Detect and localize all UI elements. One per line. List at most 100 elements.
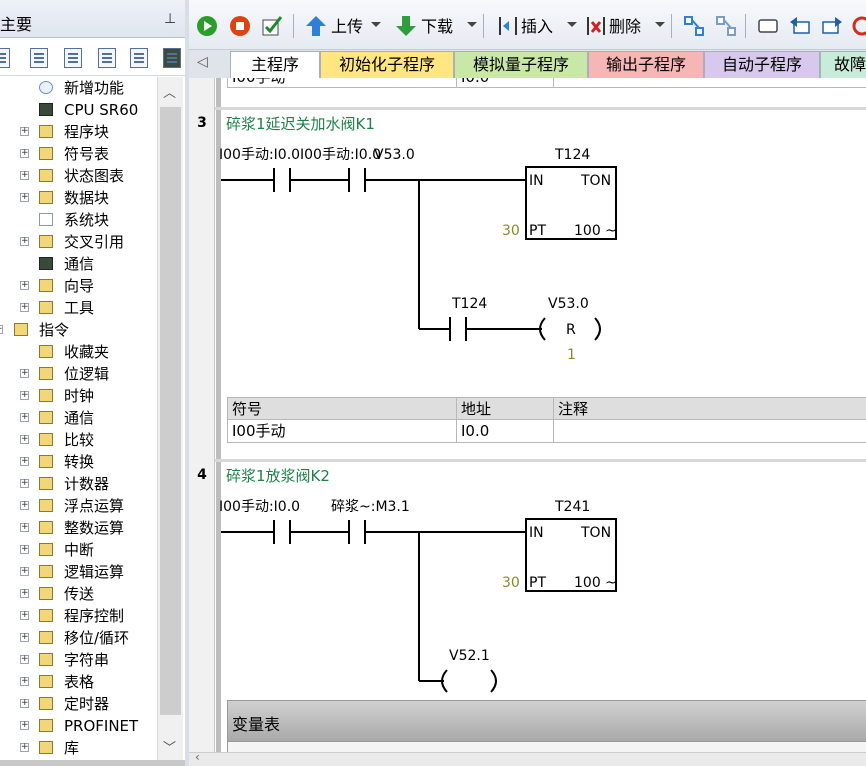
insert-button[interactable]: 插入 bbox=[521, 14, 553, 40]
tree-item[interactable]: + 位逻辑 bbox=[0, 363, 157, 385]
tree-item[interactable]: + 时钟 bbox=[0, 385, 157, 407]
scroll-left-icon[interactable]: ‹ bbox=[195, 750, 200, 764]
tree-item[interactable]: + 转换 bbox=[0, 451, 157, 473]
insert-dropdown-icon[interactable] bbox=[567, 22, 577, 27]
scroll-thumb[interactable] bbox=[160, 107, 181, 715]
expand-icon[interactable]: + bbox=[20, 611, 29, 620]
upload-button[interactable]: 上传 bbox=[331, 14, 363, 40]
tree-item[interactable]: + 符号表 bbox=[0, 143, 157, 165]
tree-item[interactable]: + 计数器 bbox=[0, 473, 157, 495]
refresh-icon[interactable] bbox=[851, 15, 866, 37]
tree-item[interactable]: + 状态图表 bbox=[0, 165, 157, 187]
download-icon[interactable] bbox=[395, 15, 417, 37]
tree-item[interactable]: + 比较 bbox=[0, 429, 157, 451]
expand-icon[interactable]: + bbox=[0, 325, 3, 334]
tree-item[interactable]: + 逻辑运算 bbox=[0, 561, 157, 583]
expand-icon[interactable]: + bbox=[20, 545, 29, 554]
expand-icon[interactable]: + bbox=[20, 127, 29, 136]
network-view-icon[interactable] bbox=[683, 15, 705, 37]
cpu-view-icon[interactable] bbox=[163, 48, 181, 68]
document-view-icon[interactable] bbox=[64, 48, 82, 68]
run-icon[interactable] bbox=[196, 15, 218, 37]
expand-icon[interactable]: + bbox=[20, 721, 29, 730]
delete-dropdown-icon[interactable] bbox=[655, 22, 665, 27]
tree-item[interactable]: + 工具 bbox=[0, 297, 157, 319]
tree-item[interactable]: + PROFINET bbox=[0, 715, 157, 737]
status-view-icon[interactable] bbox=[715, 15, 737, 37]
expand-icon[interactable]: + bbox=[20, 457, 29, 466]
view-icon[interactable] bbox=[0, 48, 10, 68]
tree-item[interactable]: + 库 bbox=[0, 737, 157, 759]
tree-item[interactable]: + 交叉引用 bbox=[0, 231, 157, 253]
expand-icon[interactable]: + bbox=[20, 435, 29, 444]
tab-0[interactable]: 主程序 bbox=[230, 51, 320, 78]
expand-icon[interactable]: + bbox=[20, 677, 29, 686]
upload-icon[interactable] bbox=[305, 15, 327, 37]
tree-item[interactable]: CPU SR60 bbox=[0, 99, 157, 121]
table-view-icon[interactable] bbox=[30, 48, 48, 68]
tree-item[interactable]: + 浮点运算 bbox=[0, 495, 157, 517]
expand-icon[interactable]: + bbox=[20, 655, 29, 664]
insert-icon[interactable] bbox=[497, 15, 519, 37]
tree-item[interactable]: 通信 bbox=[0, 253, 157, 275]
expand-icon[interactable]: + bbox=[20, 369, 29, 378]
back-icon[interactable] bbox=[789, 15, 811, 37]
symbol-view-icon[interactable] bbox=[130, 48, 148, 68]
stop-icon[interactable] bbox=[229, 15, 251, 37]
tab-5[interactable]: 故障 bbox=[820, 51, 866, 78]
tree-item[interactable]: + 定时器 bbox=[0, 693, 157, 715]
tree-item[interactable]: + 向导 bbox=[0, 275, 157, 297]
compile-icon[interactable] bbox=[261, 15, 283, 37]
tree-item[interactable]: + 传送 bbox=[0, 583, 157, 605]
expand-icon[interactable]: + bbox=[20, 633, 29, 642]
download-button[interactable]: 下载 bbox=[421, 14, 453, 40]
tab-2[interactable]: 模拟量子程序 bbox=[454, 51, 588, 78]
block-view-icon[interactable] bbox=[98, 48, 116, 68]
tree-item[interactable]: + 移位/循环 bbox=[0, 627, 157, 649]
expand-icon[interactable]: + bbox=[20, 171, 29, 180]
tab-4[interactable]: 自动子程序 bbox=[704, 51, 820, 78]
pin-icon[interactable]: ⊥ bbox=[164, 11, 176, 27]
tree-item[interactable]: + 程序控制 bbox=[0, 605, 157, 627]
scroll-up-icon[interactable]: ︿ bbox=[163, 82, 176, 101]
expand-icon[interactable]: + bbox=[20, 237, 29, 246]
upload-dropdown-icon[interactable] bbox=[371, 22, 381, 27]
tree-item[interactable]: 系统块 bbox=[0, 209, 157, 231]
tree-item[interactable]: + 字符串 bbox=[0, 649, 157, 671]
tree-item[interactable]: + 表格 bbox=[0, 671, 157, 693]
expand-icon[interactable]: + bbox=[20, 281, 29, 290]
tree-scrollbar[interactable]: ︿ ﹀ bbox=[157, 77, 183, 760]
expand-icon[interactable]: + bbox=[20, 479, 29, 488]
expand-icon[interactable]: + bbox=[20, 413, 29, 422]
tree-item[interactable]: + 程序块 bbox=[0, 121, 157, 143]
tree-item[interactable]: + 整数运算 bbox=[0, 517, 157, 539]
panel-hscroll[interactable] bbox=[0, 760, 185, 766]
tree-item[interactable]: + 通信 bbox=[0, 407, 157, 429]
expand-icon[interactable]: + bbox=[20, 149, 29, 158]
expand-icon[interactable]: + bbox=[20, 589, 29, 598]
tab-scroll-left-icon[interactable]: ◁ bbox=[197, 54, 208, 70]
expand-icon[interactable]: + bbox=[20, 699, 29, 708]
expand-icon[interactable]: + bbox=[20, 193, 29, 202]
expand-icon[interactable]: + bbox=[20, 501, 29, 510]
variable-table-header[interactable]: 变量表 bbox=[227, 700, 866, 742]
tab-3[interactable]: 输出子程序 bbox=[588, 51, 704, 78]
tree-item[interactable]: 收藏夹 bbox=[0, 341, 157, 363]
tree-item[interactable]: + 指令 bbox=[0, 319, 157, 341]
download-dropdown-icon[interactable] bbox=[467, 22, 477, 27]
expand-icon[interactable]: + bbox=[20, 391, 29, 400]
expand-icon[interactable]: + bbox=[20, 303, 29, 312]
expand-icon[interactable]: + bbox=[20, 567, 29, 576]
tab-1[interactable]: 初始化子程序 bbox=[320, 51, 454, 78]
tree-item[interactable]: 新增功能 bbox=[0, 77, 157, 99]
expand-icon[interactable]: + bbox=[20, 743, 29, 752]
tree-item[interactable]: + 数据块 bbox=[0, 187, 157, 209]
window-icon[interactable] bbox=[757, 15, 779, 37]
scroll-down-icon[interactable]: ﹀ bbox=[163, 737, 176, 756]
forward-icon[interactable] bbox=[821, 15, 843, 37]
delete-button[interactable]: 删除 bbox=[609, 14, 641, 40]
expand-icon[interactable]: + bbox=[20, 523, 29, 532]
editor-hscroll[interactable]: ‹ bbox=[189, 750, 866, 766]
tree-item[interactable]: + 中断 bbox=[0, 539, 157, 561]
delete-icon[interactable] bbox=[585, 15, 607, 37]
